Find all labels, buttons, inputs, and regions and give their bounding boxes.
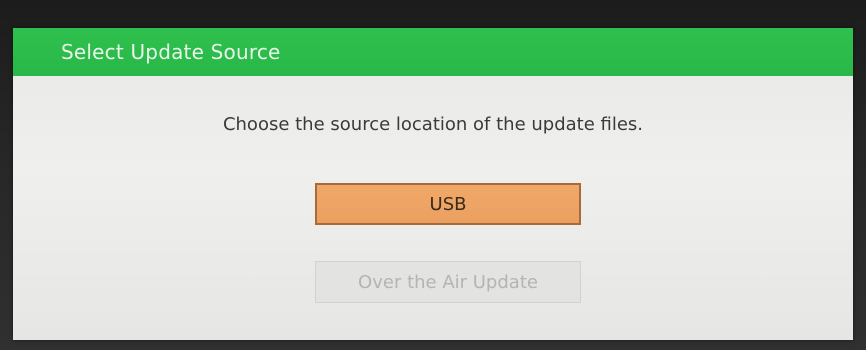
update-source-dialog: Select Update Source Choose the source l…: [13, 28, 853, 340]
usb-button[interactable]: USB: [315, 183, 581, 225]
over-the-air-update-button[interactable]: Over the Air Update: [315, 261, 581, 303]
dialog-message: Choose the source location of the update…: [222, 114, 644, 135]
dialog-title-bar: Select Update Source: [13, 28, 853, 76]
usb-button-label: USB: [429, 193, 467, 215]
dialog-title: Select Update Source: [61, 40, 281, 64]
over-the-air-update-button-label: Over the Air Update: [358, 271, 538, 293]
tv-screen: Select Update Source Choose the source l…: [0, 0, 866, 350]
